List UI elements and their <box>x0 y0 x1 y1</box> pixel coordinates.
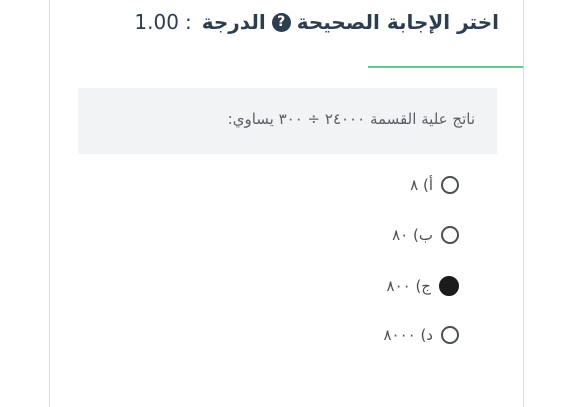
grade-value: 1.00 <box>134 10 179 34</box>
radio-unchecked-icon[interactable] <box>441 326 459 344</box>
grade-label: الدرجة <box>201 10 266 34</box>
option-b[interactable]: ب) ٨٠ <box>392 226 459 244</box>
option-d[interactable]: د) ٨٠٠٠ <box>383 326 459 344</box>
radio-unchecked-icon[interactable] <box>441 226 459 244</box>
question-header: اختر الإجابة الصحيحة ? الدرجة : 1.00 <box>134 10 499 34</box>
option-label: ب) ٨٠ <box>392 226 433 244</box>
question-text: ناتج علية القسمة ٢٤٠٠٠ ÷ ٣٠٠ يساوي: <box>227 110 475 128</box>
question-box: ناتج علية القسمة ٢٤٠٠٠ ÷ ٣٠٠ يساوي: <box>78 88 497 154</box>
option-label: د) ٨٠٠٠ <box>383 326 433 344</box>
help-icon[interactable]: ? <box>271 12 291 32</box>
option-a[interactable]: أ) ٨ <box>410 176 459 194</box>
option-label: أ) ٨ <box>410 176 433 194</box>
question-title: اختر الإجابة الصحيحة <box>296 10 499 34</box>
radio-unchecked-icon[interactable] <box>441 176 459 194</box>
option-label: ج) ٨٠٠ <box>386 277 431 295</box>
option-c[interactable]: ج) ٨٠٠ <box>387 276 459 296</box>
title-underline <box>368 66 523 68</box>
grade-separator: : <box>184 10 192 34</box>
radio-checked-icon[interactable] <box>439 276 459 296</box>
question-card: اختر الإجابة الصحيحة ? الدرجة : 1.00 نات… <box>49 0 524 407</box>
